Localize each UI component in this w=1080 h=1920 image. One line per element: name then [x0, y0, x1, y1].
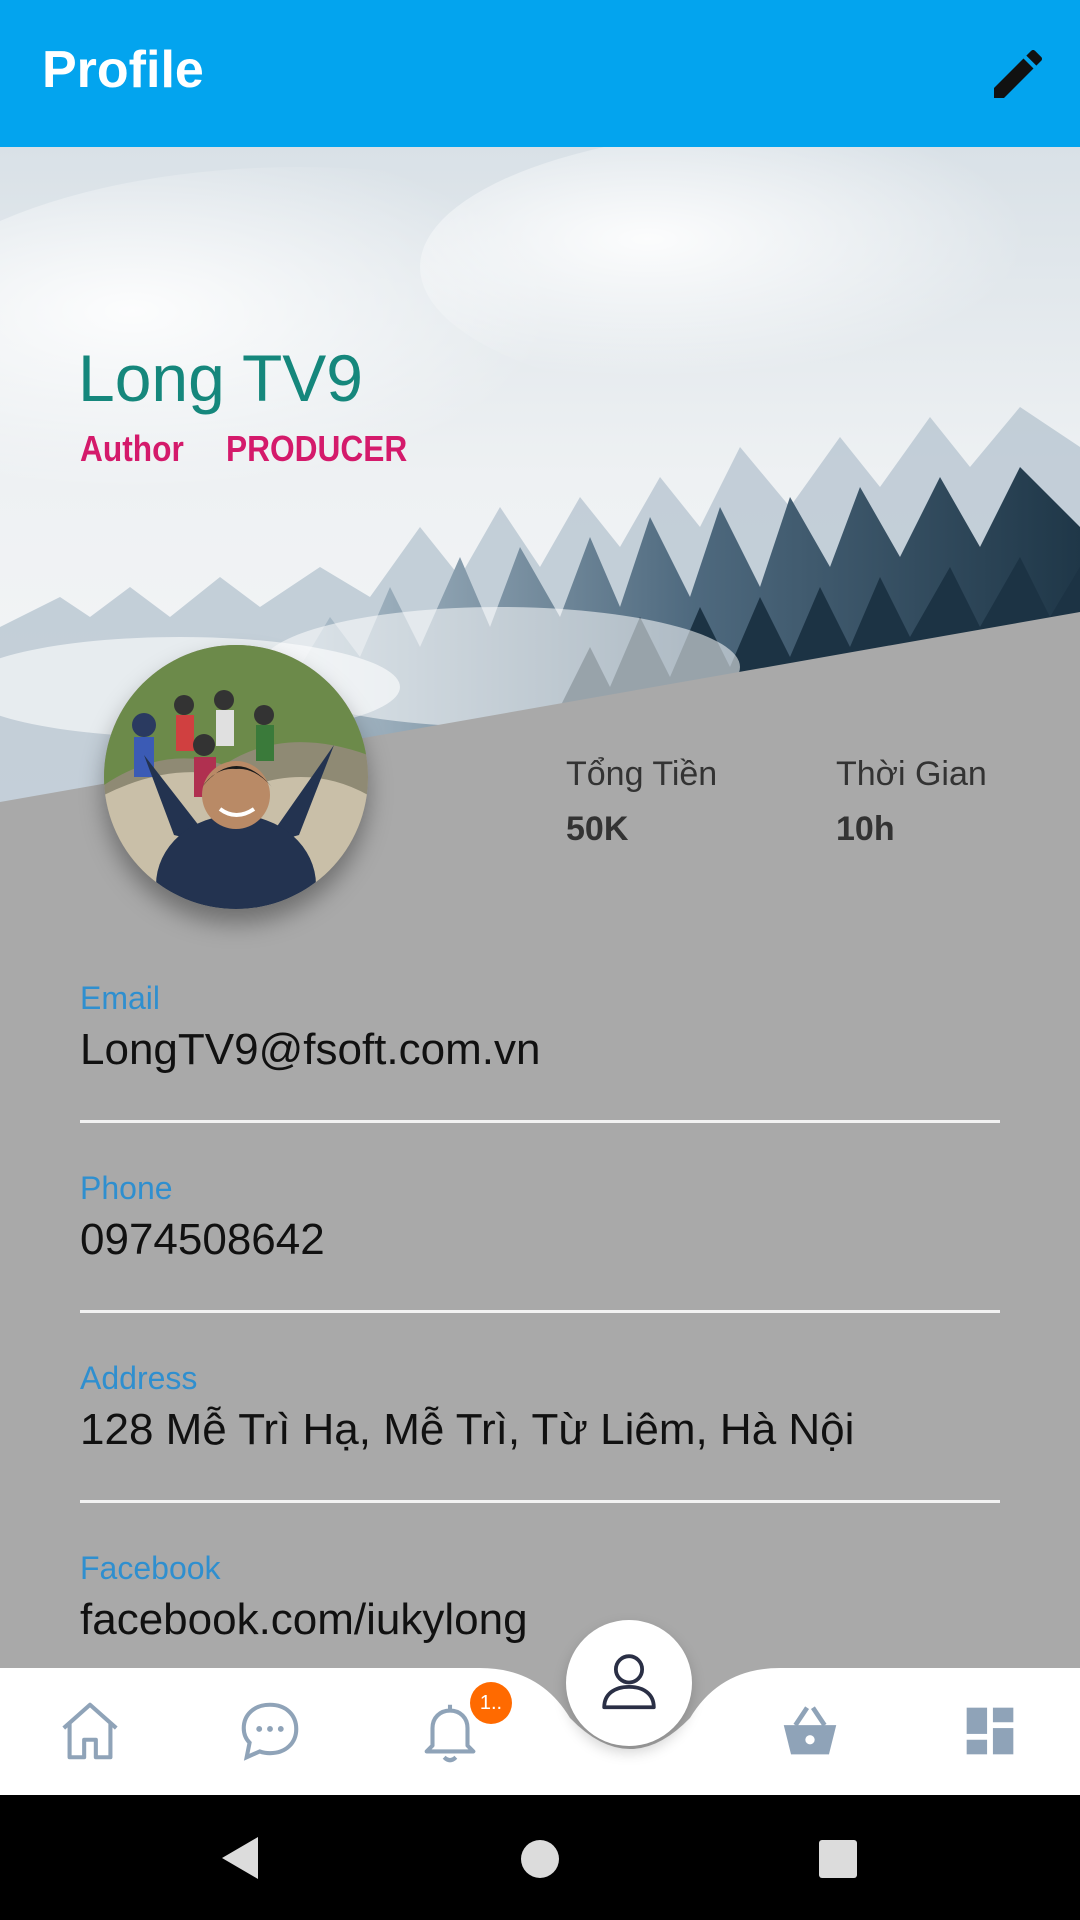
role-author: Author — [80, 428, 184, 469]
nav-home[interactable] — [55, 1696, 125, 1766]
divider — [80, 1120, 1000, 1123]
notification-badge: 1.. — [470, 1682, 512, 1724]
field-value: 128 Mễ Trì Hạ, Mễ Trì, Từ Liêm, Hà Nội — [80, 1405, 855, 1454]
profile-icon — [602, 1654, 656, 1710]
stat-value: 10h — [836, 810, 895, 848]
role-producer: PRODUCER — [226, 428, 408, 469]
home-icon — [62, 1702, 118, 1760]
app-bar: Profile — [0, 0, 1080, 147]
stat-time: Thời Gian 10h — [836, 755, 987, 849]
field-label: Address — [80, 1360, 198, 1396]
bottom-navigation — [0, 1668, 1080, 1795]
recents-icon[interactable] — [818, 1839, 858, 1879]
nav-dashboard[interactable] — [955, 1696, 1025, 1766]
divider — [80, 1310, 1000, 1313]
edit-button[interactable] — [986, 42, 1050, 106]
back-icon[interactable] — [218, 1835, 262, 1881]
avatar[interactable] — [104, 645, 368, 909]
stat-value: 50K — [566, 810, 629, 848]
nav-chat[interactable] — [235, 1696, 305, 1766]
stat-total-money: Tổng Tiền 50K — [566, 755, 717, 849]
address-field[interactable]: Address 128 Mễ Trì Hạ, Mễ Trì, Từ Liêm, … — [80, 1360, 1000, 1503]
field-value: LongTV9@fsoft.com.vn — [80, 1025, 541, 1074]
divider — [80, 1500, 1000, 1503]
phone-field[interactable]: Phone 0974508642 — [80, 1170, 1000, 1313]
profile-roles: Author PRODUCER — [80, 428, 456, 470]
basket-icon — [783, 1706, 837, 1755]
nav-profile-button[interactable] — [566, 1620, 692, 1746]
field-value: 0974508642 — [80, 1215, 325, 1264]
system-navigation-bar — [0, 1795, 1080, 1920]
facebook-field[interactable]: Facebook facebook.com/iukylong — [80, 1550, 1000, 1645]
profile-name: Long TV9 — [78, 341, 364, 415]
stat-label: Thời Gian — [836, 755, 987, 793]
stat-label: Tổng Tiền — [566, 755, 718, 793]
chat-icon — [241, 1702, 299, 1761]
field-label: Phone — [80, 1170, 173, 1206]
field-label: Facebook — [80, 1550, 221, 1586]
nav-basket[interactable] — [775, 1696, 845, 1766]
field-label: Email — [80, 980, 161, 1016]
home-circle-icon[interactable] — [520, 1839, 560, 1879]
email-field[interactable]: Email LongTV9@fsoft.com.vn — [80, 980, 1000, 1123]
pencil-icon — [994, 49, 1043, 98]
page-title: Profile — [42, 41, 204, 99]
field-value: facebook.com/iukylong — [80, 1595, 528, 1644]
dashboard-icon — [966, 1707, 1014, 1755]
